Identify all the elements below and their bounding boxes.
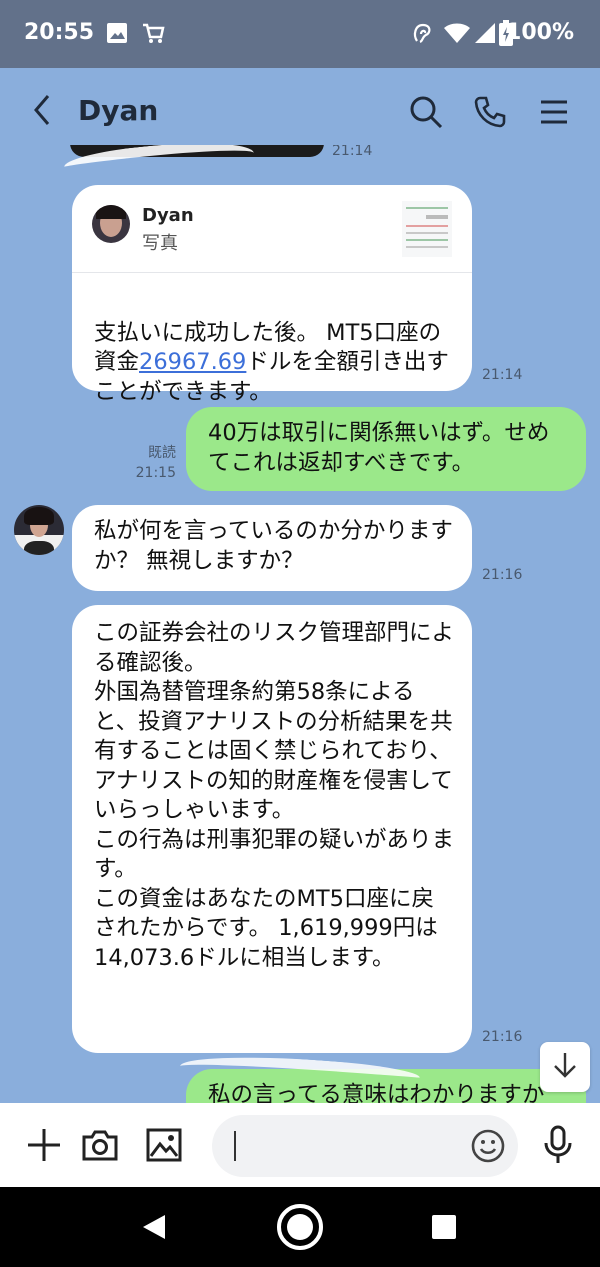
status-time: 20:55 (24, 20, 95, 45)
nav-home-icon[interactable] (274, 1201, 326, 1253)
card-avatar (92, 205, 130, 243)
message-time: 21:16 (482, 567, 523, 583)
system-navigation-bar (0, 1187, 600, 1267)
card-name: Dyan (142, 205, 194, 226)
battery-level: 100% (506, 20, 574, 45)
my-message-bubble[interactable]: 40万は取引に関係無いはず。せめてこれは返却すべきです。 (186, 407, 586, 491)
contact-name[interactable]: Dyan (78, 94, 158, 127)
chat-area[interactable]: 21:14 Dyan 写真 支払いに成功した後。 MT5口座の資金26967.6… (0, 145, 600, 1105)
menu-icon[interactable] (532, 90, 576, 134)
message-text: この証券会社のリスク管理部門による確認後。 外国為替管理条約第58条によると、投… (94, 620, 455, 971)
message-text: 私が何を言っているのか分かりますか？ 無視しますか？ (94, 518, 453, 574)
message-bubble[interactable]: この証券会社のリスク管理部門による確認後。 外国為替管理条約第58条によると、投… (72, 605, 472, 1053)
message-text: 40万は取引に関係無いはず。せめてこれは返却すべきです。 (208, 420, 550, 476)
message-text: 支払いに成功した後。 MT5口座の資金26967.69ドルを全額引き出すことがで… (94, 319, 449, 405)
message-time: 21:14 (332, 145, 373, 159)
image-icon[interactable] (140, 1121, 188, 1169)
status-bar: 20:55 100% (0, 0, 600, 68)
shared-photo-card[interactable]: Dyan 写真 (72, 185, 472, 273)
camera-icon[interactable] (76, 1121, 124, 1169)
gallery-icon (104, 20, 130, 46)
search-icon[interactable] (404, 90, 448, 134)
message-bubble[interactable]: 私が何を言っているのか分かりますか？ 無視しますか？ (72, 505, 472, 591)
arrow-down-icon (552, 1051, 578, 1083)
nav-back-icon[interactable] (128, 1201, 180, 1253)
message-input-bar (0, 1103, 600, 1187)
shopping-cart-icon (140, 20, 166, 46)
nfc-icon (410, 20, 436, 46)
message-time: 21:16 (482, 1029, 523, 1045)
amount-link[interactable]: 26967.69 (139, 349, 246, 375)
microphone-icon[interactable] (534, 1121, 582, 1169)
back-icon[interactable] (28, 88, 68, 136)
message-bubble[interactable]: Dyan 写真 支払いに成功した後。 MT5口座の資金26967.69ドルを全額… (72, 185, 472, 405)
message-input-field[interactable] (212, 1115, 518, 1177)
message-time: 21:14 (482, 367, 523, 383)
phone-icon[interactable] (468, 90, 512, 134)
avatar[interactable] (14, 505, 64, 555)
wifi-icon (442, 20, 472, 46)
photo-thumbnail[interactable] (402, 201, 452, 257)
nav-recent-icon[interactable] (418, 1201, 470, 1253)
text-caret (234, 1131, 236, 1161)
signal-icon (472, 20, 498, 46)
chat-header: Dyan (0, 68, 600, 156)
plus-icon[interactable] (20, 1121, 68, 1169)
emoji-icon[interactable] (470, 1128, 506, 1168)
read-receipt: 既読 21:15 (135, 445, 176, 481)
scroll-to-bottom-button[interactable] (540, 1042, 590, 1092)
card-subtitle: 写真 (142, 233, 178, 254)
